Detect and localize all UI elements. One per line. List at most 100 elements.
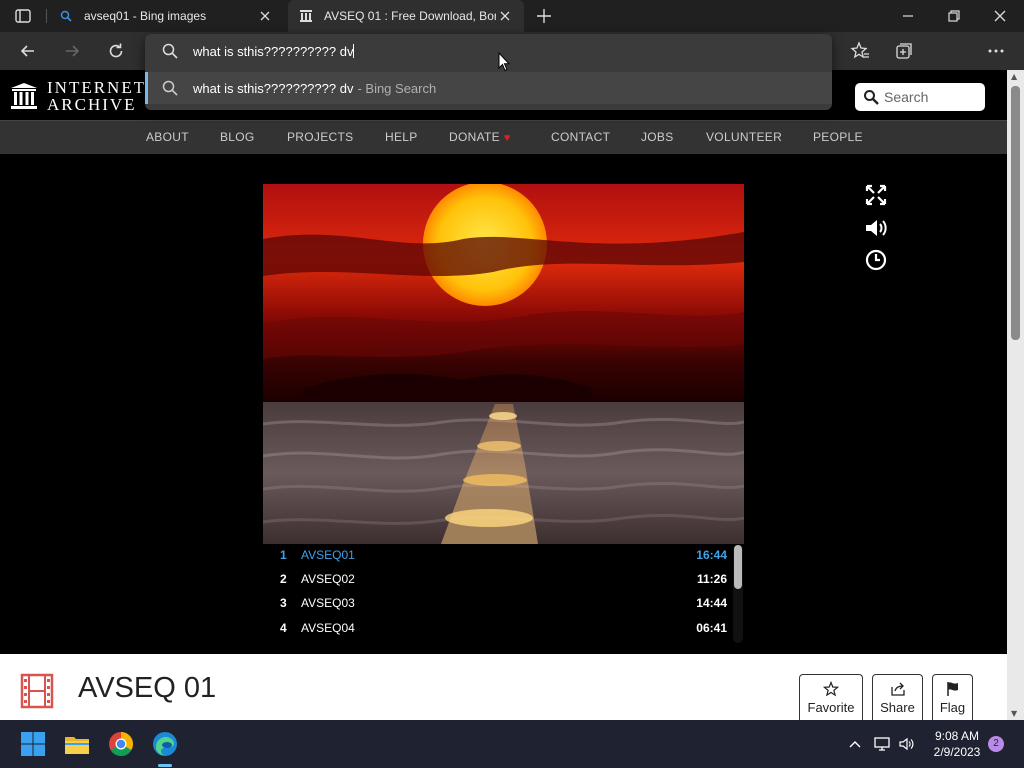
notification-badge[interactable]: 2 bbox=[988, 736, 1004, 752]
nav-jobs[interactable]: JOBS bbox=[641, 130, 674, 144]
nav-blog[interactable]: BLOG bbox=[220, 130, 255, 144]
address-typed-text: what is sthis?????????? dv bbox=[193, 43, 354, 59]
track-number: 1 bbox=[280, 548, 287, 562]
scroll-up-icon[interactable]: ▲ bbox=[1011, 72, 1017, 81]
flag-label: Flag bbox=[939, 700, 966, 715]
taskbar-clock[interactable]: 9:08 AM 2/9/2023 bbox=[924, 728, 990, 760]
track-name: AVSEQ03 bbox=[301, 596, 355, 610]
track-name: AVSEQ04 bbox=[301, 621, 355, 635]
active-app-indicator bbox=[158, 764, 172, 767]
track-number: 2 bbox=[280, 572, 287, 586]
network-icon[interactable] bbox=[873, 735, 891, 753]
playlist: 1 AVSEQ01 16:44 2 AVSEQ02 11:26 3 AVSEQ0… bbox=[263, 544, 744, 646]
track-number: 3 bbox=[280, 596, 287, 610]
playlist-scrollbar-thumb[interactable] bbox=[734, 545, 742, 589]
close-tab-icon[interactable] bbox=[256, 7, 274, 25]
page-scrollbar[interactable]: ▲ ▼ bbox=[1007, 70, 1024, 720]
search-icon bbox=[162, 43, 178, 59]
share-icon bbox=[890, 682, 905, 696]
track-duration: 11:26 bbox=[696, 572, 727, 586]
site-nav: ABOUT BLOG PROJECTS HELP DONATE ♥ CONTACT… bbox=[0, 120, 1007, 154]
nav-people[interactable]: PEOPLE bbox=[813, 130, 863, 144]
clock-date: 2/9/2023 bbox=[933, 745, 981, 759]
playlist-row[interactable]: 2 AVSEQ02 11:26 bbox=[263, 568, 733, 590]
tab-bing-images[interactable]: avseq01 - Bing images bbox=[48, 0, 284, 32]
speaker-icon[interactable] bbox=[898, 735, 916, 753]
search-icon bbox=[162, 80, 178, 96]
address-input[interactable]: what is sthis?????????? dv bbox=[193, 43, 355, 59]
clock-time: 9:08 AM bbox=[934, 729, 980, 743]
screen: avseq01 - Bing images AVSEQ 01 : Free Do… bbox=[0, 0, 1024, 768]
share-button[interactable]: Share bbox=[872, 674, 923, 720]
new-tab-icon[interactable] bbox=[534, 6, 554, 26]
track-duration: 16:44 bbox=[696, 548, 727, 562]
suggestion-text: what is sthis?????????? dv bbox=[193, 80, 354, 96]
collections-icon[interactable] bbox=[894, 41, 914, 61]
back-icon[interactable] bbox=[18, 41, 38, 61]
page-title: AVSEQ 01 bbox=[78, 672, 217, 704]
flag-button[interactable]: Flag bbox=[932, 674, 973, 720]
favorites-icon[interactable] bbox=[850, 41, 870, 61]
file-explorer-icon[interactable] bbox=[64, 731, 90, 757]
nav-projects[interactable]: PROJECTS bbox=[287, 130, 353, 144]
nav-donate[interactable]: DONATE ♥ bbox=[449, 130, 511, 144]
mouse-cursor-icon bbox=[498, 52, 510, 72]
track-duration: 14:44 bbox=[696, 596, 727, 610]
more-options-icon[interactable] bbox=[986, 41, 1006, 61]
restore-icon[interactable] bbox=[944, 6, 964, 26]
forward-icon[interactable] bbox=[62, 41, 82, 61]
close-window-icon[interactable] bbox=[990, 6, 1010, 26]
internet-archive-logo-icon[interactable] bbox=[10, 82, 38, 110]
fullscreen-icon[interactable] bbox=[864, 183, 888, 207]
internet-archive-icon bbox=[298, 8, 314, 24]
video-player[interactable] bbox=[263, 184, 744, 544]
address-bar[interactable]: what is sthis?????????? dv bbox=[145, 34, 832, 68]
tab-title: avseq01 - Bing images bbox=[84, 9, 207, 23]
playlist-row[interactable]: 4 AVSEQ04 06:41 bbox=[263, 617, 733, 639]
suggestion-source: - Bing Search bbox=[357, 80, 437, 96]
nav-about[interactable]: ABOUT bbox=[146, 130, 189, 144]
refresh-icon[interactable] bbox=[106, 41, 126, 61]
favorite-button[interactable]: Favorite bbox=[799, 674, 863, 720]
close-tab-icon[interactable] bbox=[496, 7, 514, 25]
nav-contact[interactable]: CONTACT bbox=[551, 130, 610, 144]
windows-start-icon[interactable] bbox=[20, 731, 46, 757]
clock-icon[interactable] bbox=[864, 248, 888, 272]
scroll-down-icon[interactable]: ▼ bbox=[1011, 709, 1017, 718]
site-search-input[interactable]: Search bbox=[855, 83, 985, 111]
chevron-up-icon[interactable] bbox=[846, 735, 864, 753]
track-duration: 06:41 bbox=[696, 621, 727, 635]
track-name: AVSEQ02 bbox=[301, 572, 355, 586]
nav-donate-label: DONATE bbox=[449, 130, 500, 144]
tab-title: AVSEQ 01 : Free Download, Borrow bbox=[324, 9, 496, 23]
nav-help[interactable]: HELP bbox=[385, 130, 418, 144]
chrome-icon[interactable] bbox=[108, 731, 134, 757]
bing-search-icon bbox=[58, 8, 74, 24]
tab-internet-archive[interactable]: AVSEQ 01 : Free Download, Borrow bbox=[288, 0, 524, 32]
search-icon bbox=[864, 90, 879, 105]
favorite-label: Favorite bbox=[807, 700, 855, 715]
page-scrollbar-thumb[interactable] bbox=[1011, 86, 1020, 340]
star-icon bbox=[823, 681, 839, 697]
playlist-row[interactable]: 1 AVSEQ01 16:44 bbox=[263, 544, 733, 566]
heart-icon: ♥ bbox=[503, 132, 511, 144]
minimize-icon[interactable] bbox=[898, 6, 918, 26]
track-name: AVSEQ01 bbox=[301, 548, 355, 562]
text-caret bbox=[353, 43, 355, 58]
address-bar-dropdown: what is sthis?????????? dv what is sthis… bbox=[145, 34, 832, 110]
search-placeholder: Search bbox=[884, 89, 929, 105]
volume-icon[interactable] bbox=[864, 216, 888, 240]
track-number: 4 bbox=[280, 621, 287, 635]
playlist-row[interactable]: 3 AVSEQ03 14:44 bbox=[263, 592, 733, 614]
tab-separator bbox=[46, 9, 47, 23]
nav-volunteer[interactable]: VOLUNTEER bbox=[706, 130, 782, 144]
share-label: Share bbox=[880, 700, 915, 715]
tab-strip: avseq01 - Bing images AVSEQ 01 : Free Do… bbox=[0, 0, 1024, 32]
logo-text-line2[interactable]: ARCHIVE bbox=[47, 95, 137, 115]
edge-icon[interactable] bbox=[152, 731, 178, 757]
address-suggestion[interactable]: what is sthis?????????? dv - Bing Search bbox=[145, 72, 832, 104]
playlist-scrollbar[interactable] bbox=[733, 545, 743, 643]
flag-icon bbox=[946, 682, 958, 696]
tab-actions-icon[interactable] bbox=[14, 7, 32, 25]
film-icon bbox=[20, 673, 54, 709]
